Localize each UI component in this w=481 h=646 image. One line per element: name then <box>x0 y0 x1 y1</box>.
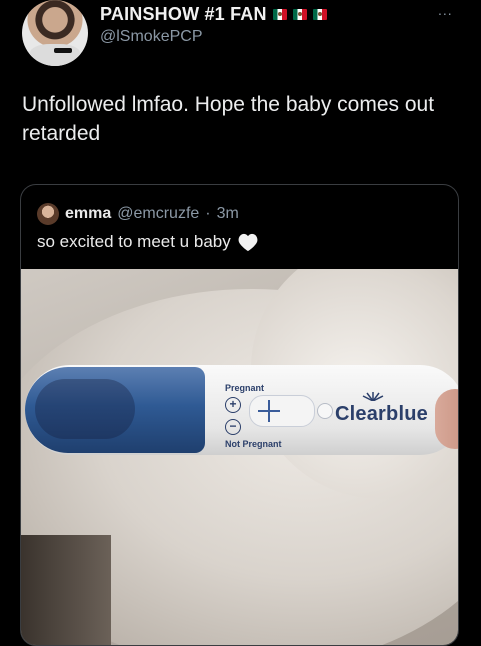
mexico-flag-icon <box>292 9 307 20</box>
not-pregnant-label: Not Pregnant <box>225 439 282 449</box>
quoted-tweet-text-row: so excited to meet u baby <box>37 232 259 252</box>
quoted-separator: · <box>205 205 211 222</box>
heart-icon <box>238 233 258 252</box>
quoted-tweet-card[interactable]: emma @emcruzfe · 3m so excited to meet u… <box>20 184 459 646</box>
test-cap <box>25 367 205 453</box>
mexico-flag-icon <box>312 9 327 20</box>
author-display-name[interactable]: PAINSHOW #1 FAN <box>100 4 267 25</box>
finger-image <box>435 389 458 449</box>
quoted-author-avatar <box>37 203 59 225</box>
quoted-tweet-text: so excited to meet u baby <box>37 232 231 251</box>
more-icon[interactable]: ... <box>438 2 453 18</box>
brand-rays-icon <box>362 392 384 401</box>
quoted-photo[interactable]: Pregnant + − Not Pregnant Clearblue <box>21 269 458 645</box>
quoted-tweet-header: emma @emcruzfe · 3m <box>37 203 239 225</box>
plus-icon: + <box>225 397 241 413</box>
mexico-flag-icon <box>272 9 287 20</box>
author-name-row: PAINSHOW #1 FAN <box>100 4 327 25</box>
result-window <box>249 395 315 427</box>
control-window <box>317 403 333 419</box>
pregnancy-test-stick: Pregnant + − Not Pregnant Clearblue <box>25 365 458 455</box>
author-handle[interactable]: @lSmokePCP <box>100 28 203 46</box>
shadow-area <box>21 535 111 645</box>
quoted-author-name: emma <box>65 205 112 222</box>
tweet-text: Unfollowed lmfao. Hope the baby comes ou… <box>22 93 435 145</box>
pregnant-label: Pregnant <box>225 383 265 393</box>
brand-logo-text: Clearblue <box>335 403 428 425</box>
quoted-author-handle: @emcruzfe <box>117 205 200 222</box>
quoted-time: 3m <box>216 205 239 222</box>
minus-icon: − <box>225 419 241 435</box>
author-avatar[interactable] <box>22 0 88 66</box>
